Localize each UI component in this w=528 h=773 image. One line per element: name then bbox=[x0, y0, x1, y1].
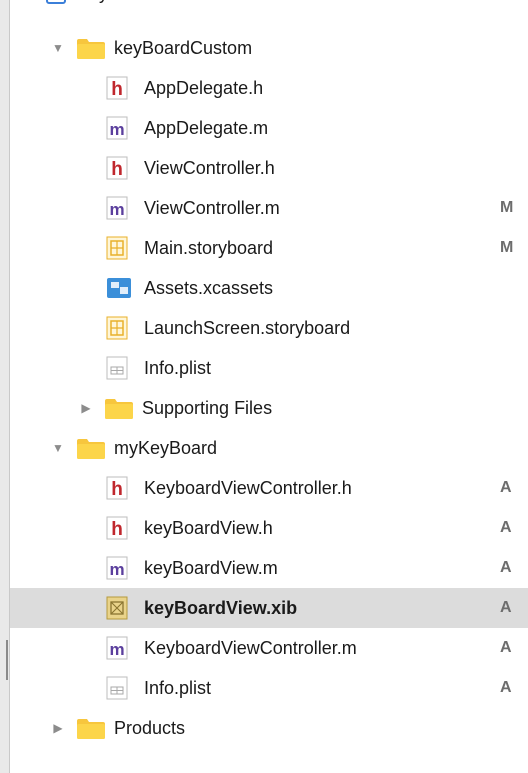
storyboard-file-icon bbox=[106, 316, 130, 340]
project-navigator: ▼ keyBoardCustom M ▼ keyBoardCustom h AppDe… bbox=[10, 0, 528, 773]
folder-icon bbox=[76, 36, 105, 60]
group-row[interactable]: ▶ Supporting Files bbox=[10, 388, 528, 428]
file-row[interactable]: keyBoardView.xib A bbox=[10, 588, 528, 628]
file-row[interactable]: Assets.xcassets bbox=[10, 268, 528, 308]
disclosure-triangle-expanded-icon[interactable]: ▼ bbox=[52, 442, 64, 454]
disclosure-triangle-collapsed-icon[interactable]: ▶ bbox=[80, 402, 92, 414]
group-row[interactable]: ▼ keyBoardCustom bbox=[10, 28, 528, 68]
svg-text:m: m bbox=[109, 640, 124, 659]
item-label: Supporting Files bbox=[142, 397, 273, 418]
file-row[interactable]: Info.plist bbox=[10, 348, 528, 388]
svg-text:m: m bbox=[109, 560, 124, 579]
svg-text:h: h bbox=[111, 479, 123, 500]
svg-text:h: h bbox=[111, 159, 123, 180]
edge-marker bbox=[6, 640, 8, 680]
folder-icon bbox=[104, 396, 133, 420]
file-row[interactable]: m keyBoardView.m A bbox=[10, 548, 528, 588]
file-row[interactable]: m AppDelegate.m bbox=[10, 108, 528, 148]
objc-source-file-icon: m bbox=[106, 116, 130, 140]
disclosure-triangle-collapsed-icon[interactable]: ▶ bbox=[52, 722, 64, 734]
item-label: Info.plist bbox=[144, 357, 212, 378]
svg-text:h: h bbox=[111, 79, 123, 100]
svg-text:m: m bbox=[109, 120, 124, 139]
item-label: Main.storyboard bbox=[144, 237, 274, 258]
item-label: KeyboardViewController.m bbox=[144, 637, 357, 658]
xib-file-icon bbox=[106, 596, 130, 620]
source-control-status-badge: A bbox=[500, 639, 512, 656]
objc-source-file-icon: m bbox=[106, 196, 130, 220]
file-row[interactable]: h KeyboardViewController.h A bbox=[10, 468, 528, 508]
source-control-status-badge: A bbox=[500, 559, 512, 576]
project-root-row[interactable]: ▼ keyBoardCustom M bbox=[10, 0, 528, 13]
header-file-icon: h bbox=[106, 156, 130, 180]
item-label: keyBoardView.xib bbox=[144, 597, 298, 618]
group-row[interactable]: ▶ Products bbox=[10, 708, 528, 748]
item-label: keyBoardView.m bbox=[144, 557, 278, 578]
plist-file-icon bbox=[106, 356, 130, 380]
item-label: AppDelegate.m bbox=[144, 117, 269, 138]
header-file-icon: h bbox=[106, 476, 130, 500]
svg-text:m: m bbox=[109, 200, 124, 219]
disclosure-triangle-expanded-icon[interactable]: ▼ bbox=[52, 42, 64, 54]
source-control-status-badge: A bbox=[500, 679, 512, 696]
storyboard-file-icon bbox=[106, 236, 130, 260]
asset-catalog-icon bbox=[106, 276, 131, 300]
item-label: Products bbox=[114, 717, 186, 738]
item-label: ViewController.m bbox=[144, 197, 280, 218]
group-row[interactable]: ▼ myKeyBoard bbox=[10, 428, 528, 468]
svg-text:h: h bbox=[111, 519, 123, 540]
navigator-left-edge bbox=[0, 0, 10, 773]
folder-icon bbox=[76, 716, 105, 740]
source-control-status-badge: M bbox=[500, 199, 514, 216]
item-label: Assets.xcassets bbox=[144, 277, 274, 298]
file-row[interactable]: LaunchScreen.storyboard bbox=[10, 308, 528, 348]
header-file-icon: h bbox=[106, 516, 130, 540]
file-row[interactable]: h AppDelegate.h bbox=[10, 68, 528, 108]
source-control-status-badge: A bbox=[500, 599, 512, 616]
item-label: keyBoardCustom bbox=[114, 37, 253, 58]
item-label: ViewController.h bbox=[144, 157, 275, 178]
source-control-status-badge: A bbox=[500, 479, 512, 496]
project-status: M bbox=[500, 0, 513, 2]
project-name: keyBoardCustom bbox=[80, 0, 218, 4]
item-label: AppDelegate.h bbox=[144, 77, 264, 98]
file-row[interactable]: m KeyboardViewController.m A bbox=[10, 628, 528, 668]
item-label: KeyboardViewController.h bbox=[144, 477, 352, 498]
objc-source-file-icon: m bbox=[106, 556, 130, 580]
file-row[interactable]: Main.storyboard M bbox=[10, 228, 528, 268]
file-row[interactable]: m ViewController.m M bbox=[10, 188, 528, 228]
file-row[interactable]: h keyBoardView.h A bbox=[10, 508, 528, 548]
file-row[interactable]: Info.plist A bbox=[10, 668, 528, 708]
objc-source-file-icon: m bbox=[106, 636, 130, 660]
source-control-status-badge: A bbox=[500, 519, 512, 536]
file-row[interactable]: h ViewController.h bbox=[10, 148, 528, 188]
item-label: Info.plist bbox=[144, 677, 212, 698]
header-file-icon: h bbox=[106, 76, 130, 100]
folder-icon bbox=[76, 436, 105, 460]
item-label: myKeyBoard bbox=[114, 437, 218, 458]
item-label: keyBoardView.h bbox=[144, 517, 273, 538]
source-control-status-badge: M bbox=[500, 239, 514, 256]
item-label: LaunchScreen.storyboard bbox=[144, 317, 351, 338]
project-icon bbox=[44, 0, 68, 5]
plist-file-icon bbox=[106, 676, 130, 700]
